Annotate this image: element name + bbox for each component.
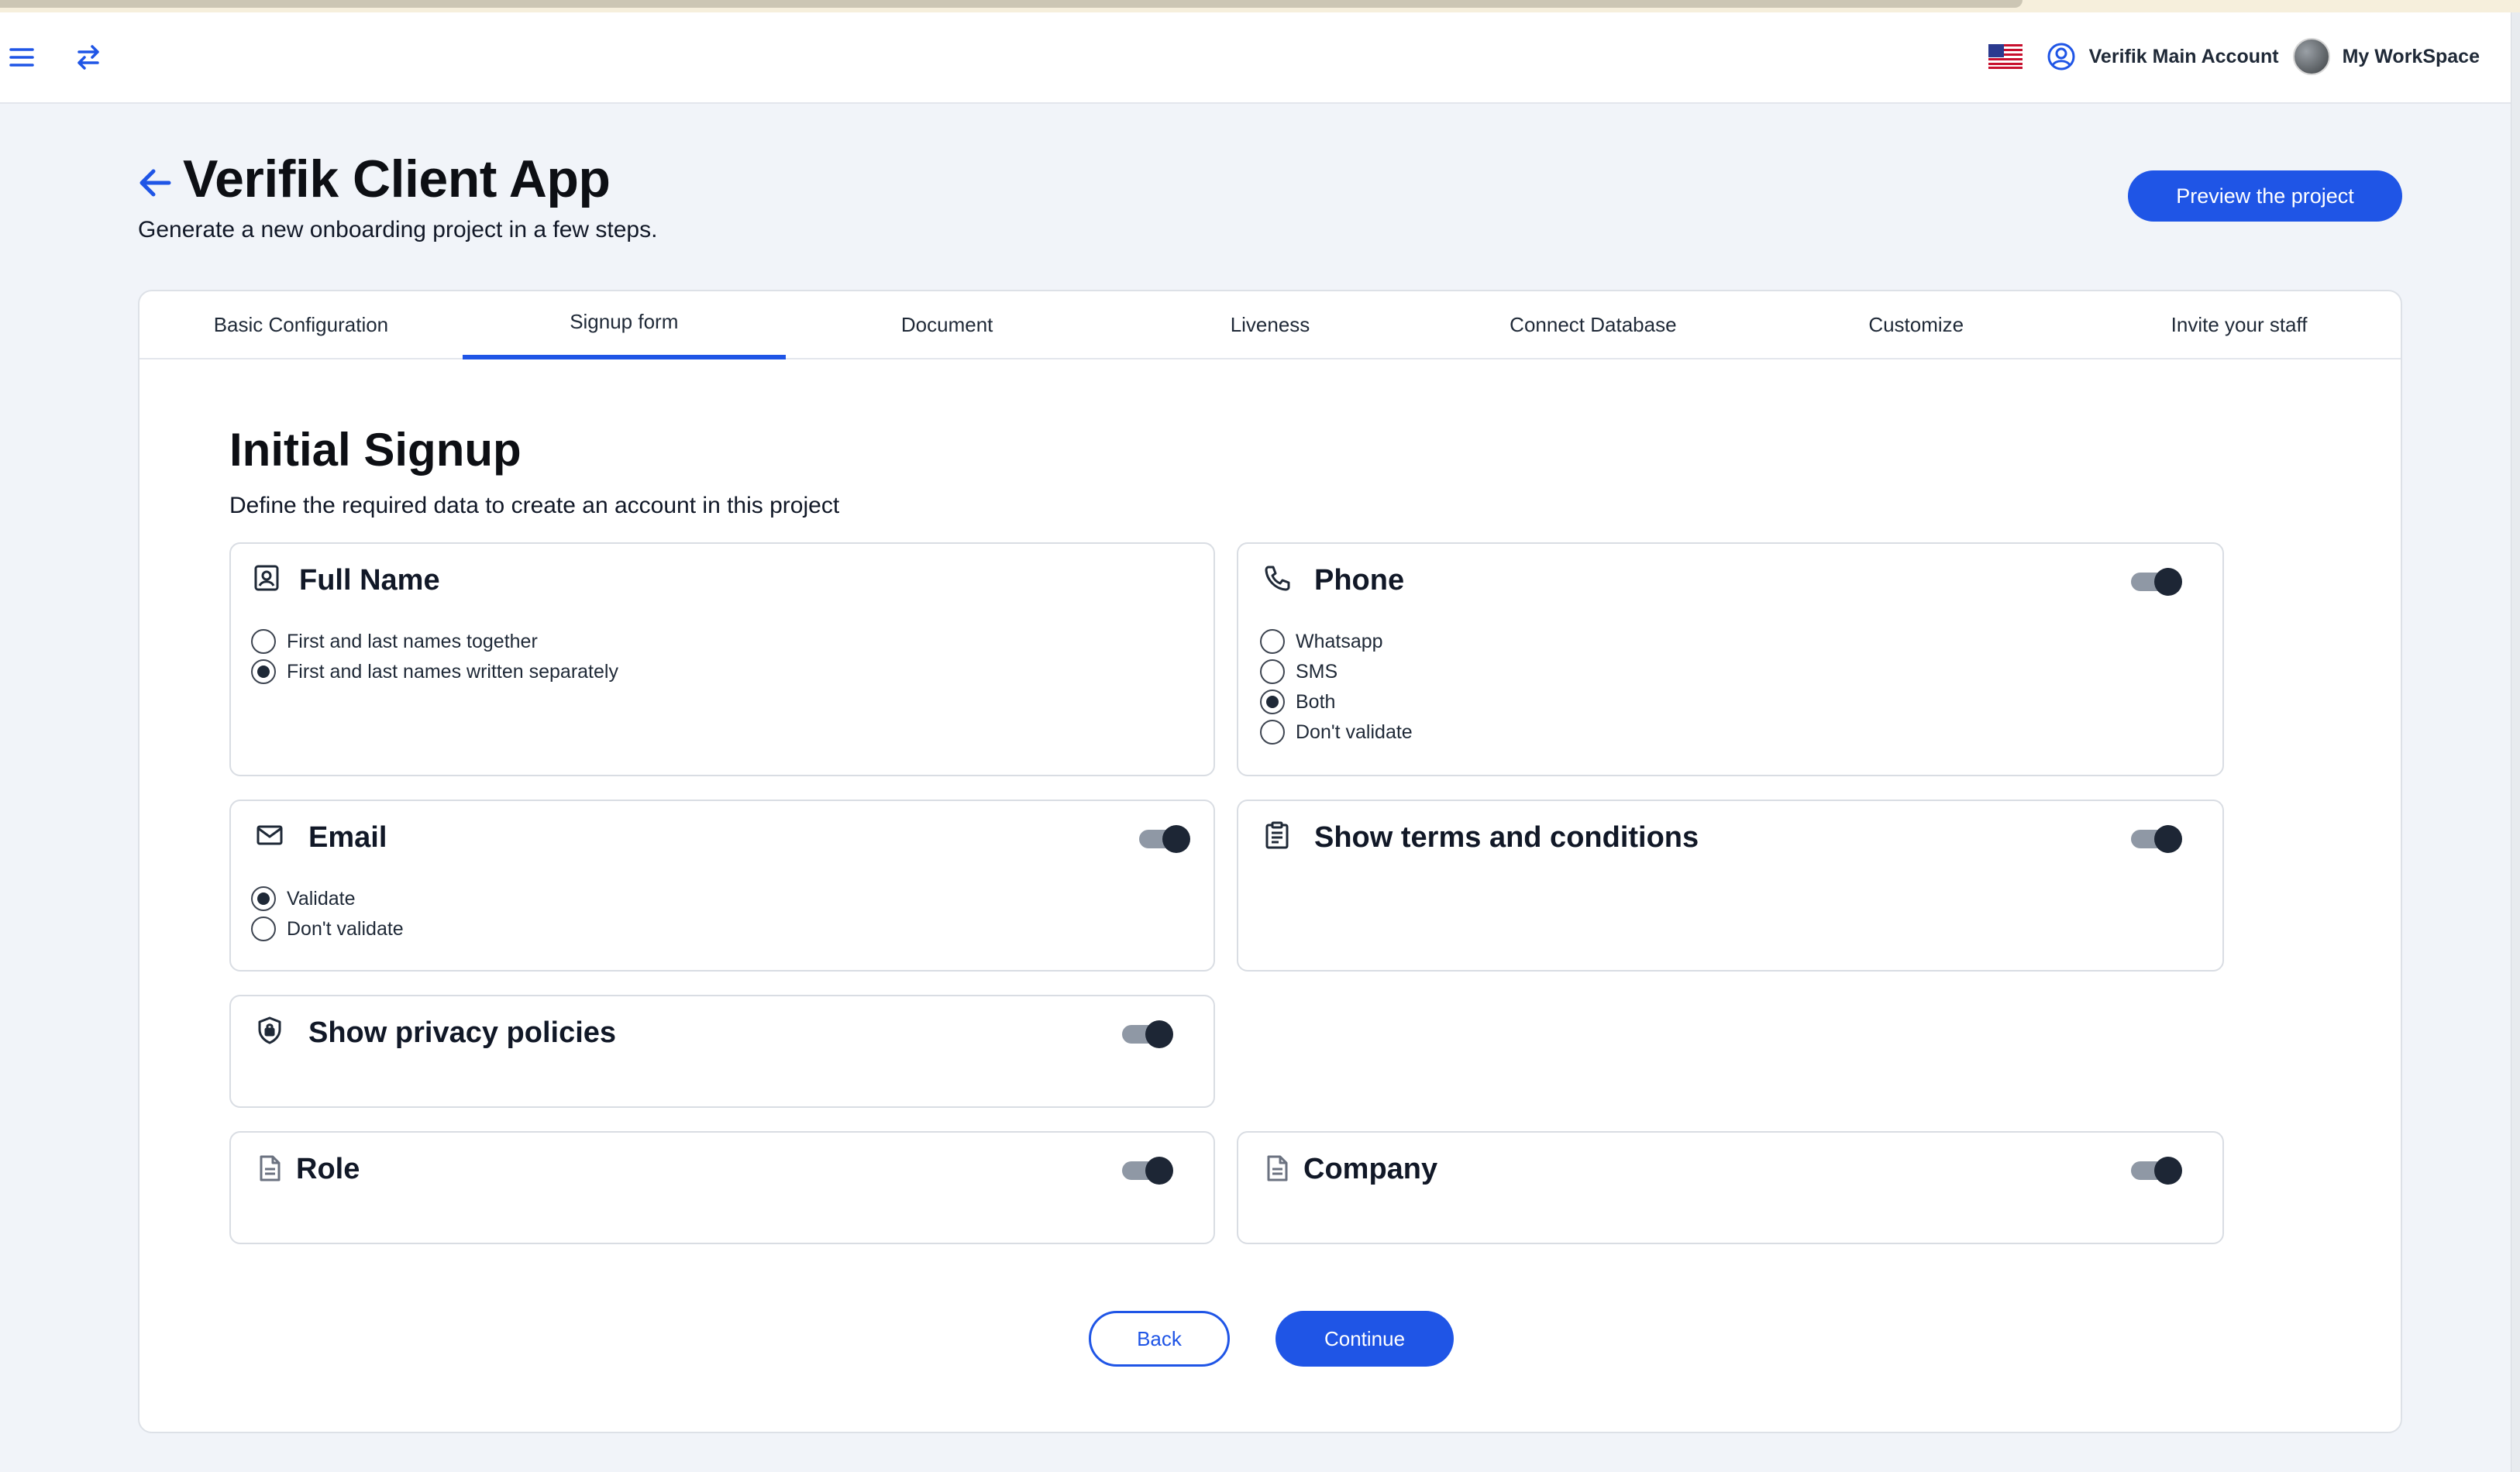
radio-button-selected[interactable] — [1260, 690, 1285, 714]
tab-label: Invite your staff — [2171, 312, 2308, 336]
us-flag-icon[interactable] — [1988, 44, 2023, 69]
card-title: Role — [296, 1153, 360, 1185]
role-toggle[interactable] — [1122, 1154, 1175, 1187]
back-button[interactable]: Back — [1089, 1311, 1230, 1367]
privacy-toggle[interactable] — [1122, 1018, 1175, 1051]
radio-button[interactable] — [251, 917, 276, 941]
phone-toggle[interactable] — [2131, 566, 2184, 598]
tab-basic-configuration[interactable]: Basic Configuration — [139, 291, 463, 358]
email-toggle[interactable] — [1139, 823, 1192, 855]
phone-option-sms[interactable]: SMS — [1260, 659, 1337, 684]
option-label: Validate — [287, 887, 356, 910]
option-label: Both — [1296, 690, 1336, 713]
radio-button[interactable] — [251, 629, 276, 654]
top-navigation-bar: Verifik Main Account My WorkSpace — [0, 12, 2511, 104]
tab-connect-database[interactable]: Connect Database — [1431, 291, 1754, 358]
role-card: Role — [229, 1131, 1215, 1244]
tab-invite-staff[interactable]: Invite your staff — [2078, 291, 2401, 358]
phone-card: Phone Whatsapp SMS Both Don't validate — [1237, 542, 2224, 776]
full-name-option-separately[interactable]: First and last names written separately — [251, 659, 618, 684]
tab-label: Liveness — [1230, 312, 1310, 336]
back-arrow-icon[interactable] — [133, 161, 177, 205]
envelope-icon — [254, 820, 285, 851]
account-name[interactable]: Verifik Main Account — [2089, 46, 2279, 68]
toggle-knob — [1162, 825, 1190, 853]
document-icon — [1262, 1153, 1293, 1184]
tab-customize[interactable]: Customize — [1754, 291, 2078, 358]
phone-option-both[interactable]: Both — [1260, 690, 1335, 714]
toggle-knob — [1145, 1157, 1173, 1185]
radio-button[interactable] — [1260, 659, 1285, 684]
contact-card-icon — [251, 562, 282, 593]
option-label: Don't validate — [1296, 721, 1413, 743]
wizard-tabs: Basic Configuration Signup form Document… — [139, 291, 2401, 359]
card-title: Show terms and conditions — [1314, 821, 1699, 854]
shield-lock-icon — [254, 1015, 285, 1046]
page-subtitle: Generate a new onboarding project in a f… — [138, 217, 658, 242]
option-label: SMS — [1296, 660, 1338, 683]
browser-top-strip — [0, 0, 2520, 12]
terms-card: Show terms and conditions — [1237, 800, 2224, 972]
option-label: First and last names written separately — [287, 660, 618, 683]
tab-label: Connect Database — [1510, 312, 1677, 336]
card-title: Email — [308, 821, 387, 854]
workspace-avatar[interactable] — [2292, 38, 2330, 75]
full-name-option-together[interactable]: First and last names together — [251, 629, 538, 654]
user-circle-icon[interactable] — [2046, 41, 2077, 72]
radio-button[interactable] — [1260, 720, 1285, 745]
radio-button-selected[interactable] — [251, 886, 276, 911]
section-subtitle: Define the required data to create an ac… — [229, 493, 840, 518]
full-name-card: Full Name First and last names together … — [229, 542, 1215, 776]
tab-liveness[interactable]: Liveness — [1109, 291, 1432, 358]
swap-arrows-icon[interactable] — [71, 40, 105, 74]
browser-loading-bar — [0, 0, 2023, 8]
email-option-dont-validate[interactable]: Don't validate — [251, 917, 404, 941]
hamburger-icon[interactable] — [6, 42, 37, 73]
toggle-knob — [2154, 568, 2182, 596]
toggle-knob — [2154, 1157, 2182, 1185]
clipboard-icon — [1262, 820, 1293, 851]
option-label: Whatsapp — [1296, 630, 1383, 652]
card-title: Phone — [1314, 564, 1405, 597]
phone-icon — [1262, 562, 1293, 593]
wizard-panel: Basic Configuration Signup form Document… — [138, 290, 2402, 1433]
preview-project-button[interactable]: Preview the project — [2128, 170, 2402, 222]
continue-button[interactable]: Continue — [1275, 1311, 1454, 1367]
email-card: Email Validate Don't validate — [229, 800, 1215, 972]
tab-label: Basic Configuration — [213, 312, 389, 336]
card-title: Show privacy policies — [308, 1016, 617, 1049]
tab-label: Document — [900, 312, 993, 336]
company-toggle[interactable] — [2131, 1154, 2184, 1187]
workspace-name[interactable]: My WorkSpace — [2343, 46, 2480, 68]
toggle-knob — [2154, 825, 2182, 853]
radio-button[interactable] — [1260, 629, 1285, 654]
tab-document[interactable]: Document — [786, 291, 1109, 358]
terms-toggle[interactable] — [2131, 823, 2184, 855]
phone-option-dont-validate[interactable]: Don't validate — [1260, 720, 1413, 745]
section-title: Initial Signup — [229, 424, 522, 476]
account-area: Verifik Main Account My WorkSpace — [1988, 36, 2480, 77]
email-option-validate[interactable]: Validate — [251, 886, 356, 911]
card-title: Company — [1303, 1153, 1438, 1185]
card-title: Full Name — [299, 564, 440, 597]
document-icon — [254, 1153, 285, 1184]
option-label: Don't validate — [287, 917, 404, 940]
phone-option-whatsapp[interactable]: Whatsapp — [1260, 629, 1383, 654]
radio-button-selected[interactable] — [251, 659, 276, 684]
tab-label: Customize — [1868, 312, 1964, 336]
scrollbar[interactable] — [2511, 12, 2520, 1472]
privacy-card: Show privacy policies — [229, 995, 1215, 1108]
option-label: First and last names together — [287, 630, 538, 652]
company-card: Company — [1237, 1131, 2224, 1244]
page-title: Verifik Client App — [183, 150, 611, 208]
tab-label: Signup form — [570, 309, 679, 333]
toggle-knob — [1145, 1020, 1173, 1048]
tab-signup-form[interactable]: Signup form — [462, 291, 786, 359]
